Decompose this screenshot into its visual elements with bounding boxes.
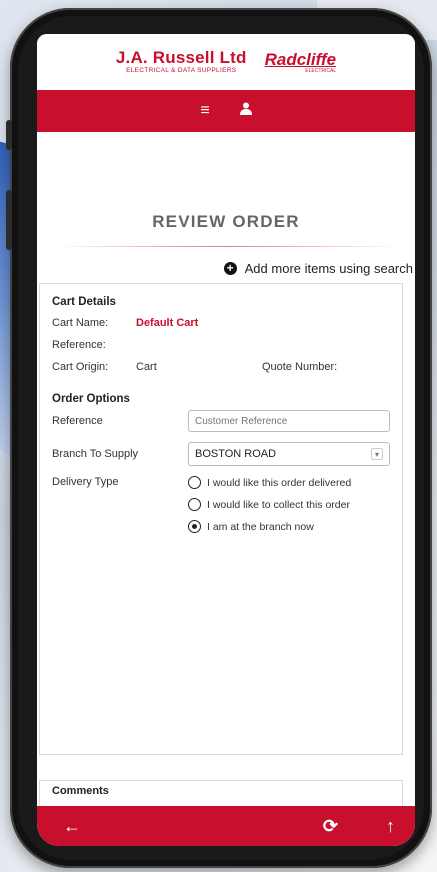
add-items-link[interactable]: + Add more items using search [37,247,415,276]
delivery-option-label: I am at the branch now [207,520,314,533]
customer-reference-input[interactable] [188,410,390,432]
delivery-type-options: I would like this order delivered I woul… [188,476,351,533]
radio-button[interactable] [188,476,201,489]
refresh-icon[interactable]: ⟳ [323,816,338,837]
radcliffe-logo[interactable]: Radcliffe ELECTRICAL [265,51,337,74]
radcliffe-logo-subtitle: ELECTRICAL [305,67,337,74]
phone-side-button [6,120,12,150]
phone-screen: J.A. Russell Ltd ELECTRICAL & DATA SUPPL… [37,34,415,846]
cart-reference-row: Reference: [52,339,390,351]
cart-origin-value: Cart [136,361,157,373]
bottom-toolbar: ← ⟳ ↑ [37,806,415,846]
plus-circle-icon: + [223,262,237,275]
delivery-option-label: I would like to collect this order [207,498,350,511]
order-panel: Cart Details Cart Name: Default Cart Ref… [39,283,403,755]
delivery-type-label: Delivery Type [52,476,119,488]
delivery-option-collect[interactable]: I would like to collect this order [188,498,351,511]
jar-logo-name: J.A. Russell Ltd [115,48,247,68]
logo-bar: J.A. Russell Ltd ELECTRICAL & DATA SUPPL… [37,34,415,90]
delivery-option-at-branch[interactable]: I am at the branch now [188,520,351,533]
phone-side-button [6,190,12,250]
comments-heading: Comments [52,785,109,797]
branch-select-value: BOSTON ROAD [195,448,277,460]
reference-row: Reference [52,410,390,432]
cart-name-label: Cart Name: [52,317,109,329]
jar-logo[interactable]: J.A. Russell Ltd ELECTRICAL & DATA SUPPL… [116,49,247,75]
branch-row: Branch To Supply BOSTON ROAD ▾ [52,442,390,466]
cart-name-row: Cart Name: Default Cart [52,317,390,329]
delivery-option-label: I would like this order delivered [207,476,352,489]
cart-origin-row: Cart Origin: Cart Quote Number: [52,361,390,373]
delivery-option-delivered[interactable]: I would like this order delivered [188,476,351,489]
cart-reference-label: Reference: [52,339,106,351]
radcliffe-logo-name: Radcliffe [264,49,337,69]
cart-name-value: Default Cart [136,317,199,329]
quote-number-label: Quote Number: [262,361,338,373]
scroll-up-icon[interactable]: ↑ [386,816,395,837]
reference-label: Reference [52,415,103,427]
cart-origin-label: Cart Origin: [52,361,109,373]
menu-icon[interactable]: ≡ [200,102,209,120]
jar-logo-subtitle: ELECTRICAL & DATA SUPPLIERS [126,67,237,75]
order-options-heading: Order Options [52,393,130,405]
add-items-label: Add more items using search [244,261,413,276]
back-arrow-icon[interactable]: ← [63,816,81,837]
page-title: REVIEW ORDER [152,212,300,231]
toolbar-right-group: ⟳ ↑ [323,816,395,837]
nav-bar: ≡ [37,90,415,132]
radio-button[interactable] [188,498,201,511]
branch-select[interactable]: BOSTON ROAD ▾ [188,442,390,466]
branch-label: Branch To Supply [52,448,139,460]
cart-details-heading: Cart Details [52,296,116,308]
delivery-type-row: Delivery Type I would like this order de… [52,476,390,533]
chevron-down-icon: ▾ [371,448,383,460]
radio-button-selected[interactable] [188,520,201,533]
user-icon[interactable] [239,102,252,120]
